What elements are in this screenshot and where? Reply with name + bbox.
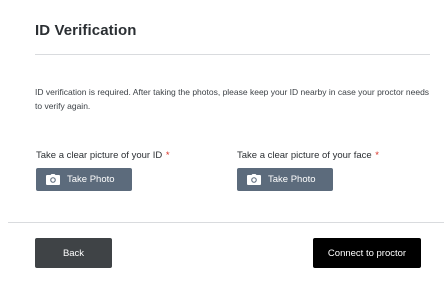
take-face-photo-label: Take Photo <box>268 174 316 185</box>
required-marker: * <box>375 150 379 161</box>
footer-divider <box>8 222 444 223</box>
face-photo-label-text: Take a clear picture of your face <box>237 150 372 161</box>
take-face-photo-button[interactable]: Take Photo <box>237 168 333 191</box>
id-photo-label: Take a clear picture of your ID * <box>36 150 170 161</box>
face-photo-field: Take a clear picture of your face * Take… <box>237 150 379 191</box>
camera-icon <box>46 174 60 185</box>
verification-notice: ID verification is required. After takin… <box>35 87 430 111</box>
camera-icon <box>247 174 261 185</box>
take-id-photo-label: Take Photo <box>67 174 115 185</box>
id-photo-label-text: Take a clear picture of your ID <box>36 150 163 161</box>
back-button[interactable]: Back <box>35 238 112 268</box>
required-marker: * <box>165 150 170 161</box>
page-title: ID Verification <box>35 22 137 39</box>
take-id-photo-button[interactable]: Take Photo <box>36 168 132 191</box>
connect-to-proctor-button[interactable]: Connect to proctor <box>313 238 421 268</box>
id-photo-field: Take a clear picture of your ID * Take P… <box>36 150 170 191</box>
header-divider <box>35 54 430 55</box>
face-photo-label: Take a clear picture of your face * <box>237 150 379 161</box>
